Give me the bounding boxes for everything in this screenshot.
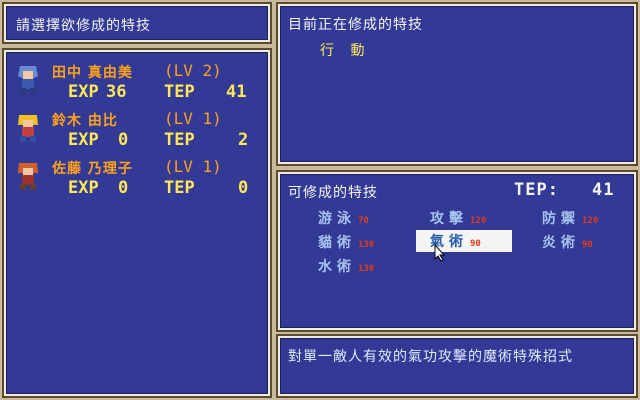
- mouse-cursor-icon: [434, 244, 446, 262]
- character-level: (LV 1): [164, 157, 222, 176]
- character-list-panel: 田中 真由美 (LV 2) EXP 36 TEP 41 鈴木 由比 (LV 1)…: [2, 48, 272, 398]
- tep-total-value: 41: [592, 180, 615, 200]
- skill-flame-art[interactable]: 炎術 90: [542, 232, 593, 252]
- character-portrait-icon: [18, 115, 38, 142]
- character-row[interactable]: 佐藤 乃理子 (LV 1) EXP 0 TEP 0: [14, 156, 262, 200]
- tep-value: 41: [226, 82, 247, 102]
- tep-value: 2: [238, 130, 249, 150]
- character-row[interactable]: 鈴木 由比 (LV 1) EXP 0 TEP 2: [14, 108, 262, 152]
- current-skill-header: 目前正在修成的特技: [288, 17, 423, 33]
- exp-label: EXP: [68, 178, 99, 198]
- character-portrait-icon: [18, 66, 38, 94]
- select-skill-header-panel: 請選擇欲修成的特技: [2, 2, 272, 44]
- character-level: (LV 2): [164, 61, 222, 80]
- skill-description-panel: 對單一敵人有效的氣功攻擊的魔術特殊招式: [276, 334, 638, 398]
- tep-label: TEP: [164, 130, 195, 150]
- learnable-skills-title: 可修成的特技: [288, 185, 378, 201]
- tep-label: TEP: [164, 82, 195, 102]
- learnable-skills-panel: 可修成的特技 TEP: 41 游泳 70 攻擊 120 防禦 120 貓術 130 氣術…: [276, 170, 638, 332]
- skill-attack[interactable]: 攻擊 120: [430, 208, 486, 228]
- skill-defense[interactable]: 防禦 120: [542, 208, 598, 228]
- select-skill-header: 請選擇欲修成的特技: [16, 18, 151, 34]
- character-name: 佐藤 乃理子: [52, 161, 133, 177]
- skill-cat-art[interactable]: 貓術 130: [318, 232, 374, 252]
- exp-value: 0: [118, 178, 129, 198]
- tep-value: 0: [238, 178, 249, 198]
- tep-total-label: TEP:: [514, 180, 559, 200]
- exp-label: EXP: [68, 82, 99, 102]
- character-level: (LV 1): [164, 109, 222, 128]
- skill-water-art[interactable]: 水術 130: [318, 256, 374, 276]
- tep-label: TEP: [164, 178, 195, 198]
- current-skill-panel: 目前正在修成的特技 行 動: [276, 2, 638, 166]
- exp-label: EXP: [68, 130, 99, 150]
- exp-value: 0: [118, 130, 129, 150]
- current-skill-name: 行 動: [320, 43, 371, 59]
- skill-swim[interactable]: 游泳 70: [318, 208, 369, 228]
- exp-value: 36: [106, 82, 127, 102]
- character-name: 鈴木 由比: [52, 113, 118, 129]
- skill-description: 對單一敵人有效的氣功攻擊的魔術特殊招式: [288, 349, 573, 365]
- character-name: 田中 真由美: [52, 65, 133, 81]
- character-portrait-icon: [18, 163, 38, 190]
- skill-qi-art[interactable]: 氣術 90: [416, 230, 512, 252]
- character-row[interactable]: 田中 真由美 (LV 2) EXP 36 TEP 41: [14, 60, 262, 104]
